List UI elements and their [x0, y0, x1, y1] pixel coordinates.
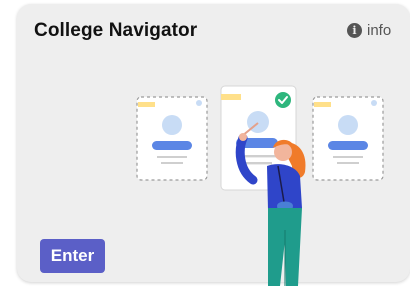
info-link[interactable]: i info — [347, 22, 391, 39]
info-circle-icon: i — [347, 23, 362, 38]
profile-cards-illustration — [136, 85, 384, 286]
card-title: College Navigator — [34, 20, 198, 41]
enter-button[interactable]: Enter — [40, 239, 105, 273]
right-profile-card — [312, 96, 384, 181]
info-label: info — [367, 22, 392, 39]
left-profile-card — [136, 96, 208, 181]
